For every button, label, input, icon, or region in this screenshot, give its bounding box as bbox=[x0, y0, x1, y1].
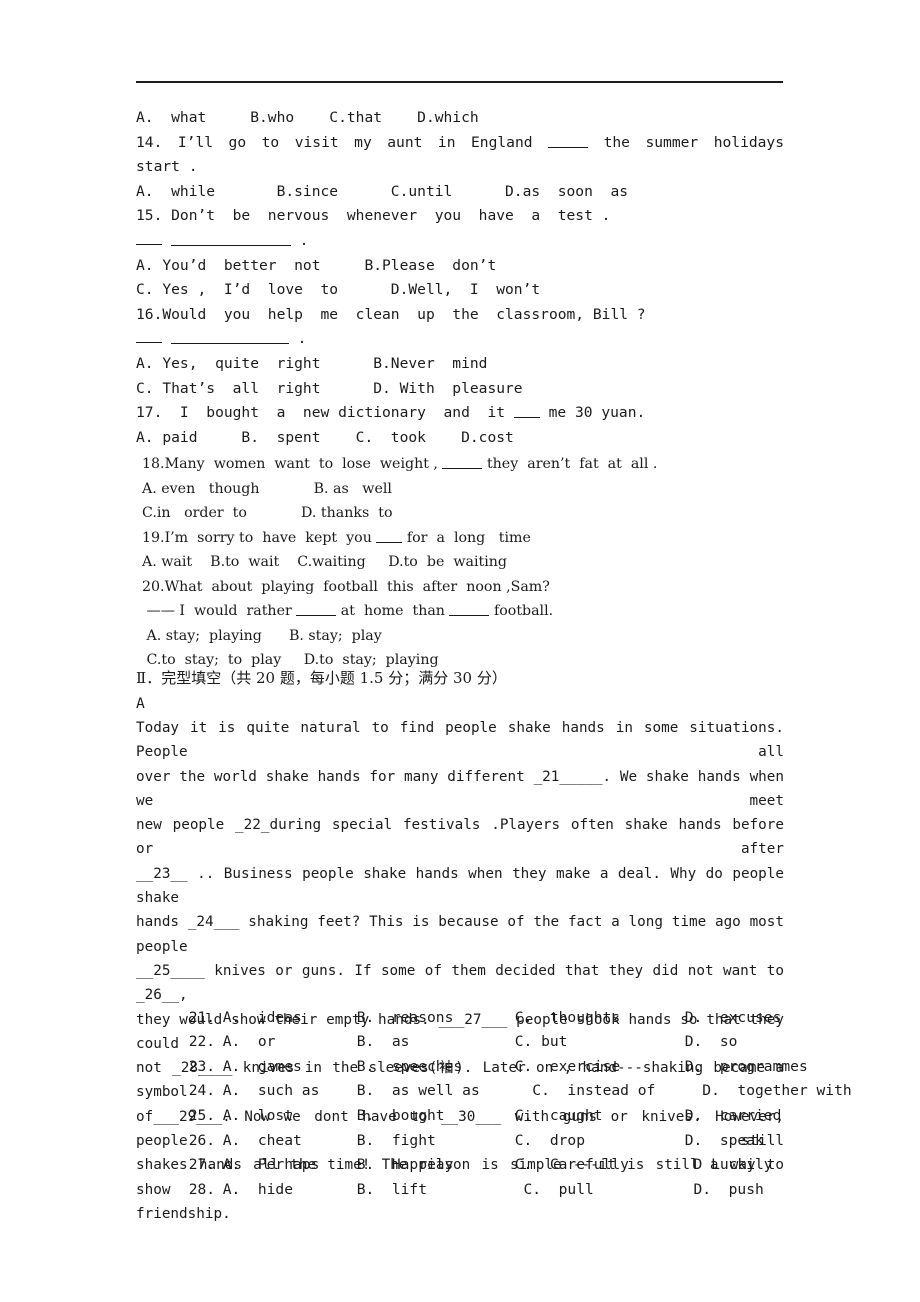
exam-paper-page: A. what B.who C.that D.which 14. I’ll go… bbox=[0, 0, 920, 1302]
q17-answer-blank[interactable] bbox=[513, 403, 540, 419]
cloze-option-row: 21. A. ideas B. reasons C. thoughts D. excus… bbox=[136, 981, 796, 1026]
option-c[interactable]: C. caught bbox=[515, 1104, 685, 1129]
q20-answer-line: —— I would rather at home than football. bbox=[142, 599, 790, 624]
q14-stem-text: 14. I’ll go to visit my aunt in England bbox=[136, 133, 533, 151]
option-d[interactable]: D. programmes bbox=[685, 1055, 845, 1080]
q17-stem-post: me 30 yuan. bbox=[548, 404, 646, 422]
option-b[interactable]: B. reasons bbox=[357, 1006, 515, 1031]
q15-options-line2: C. Yes , I’d love to D.Well, I won’t bbox=[136, 281, 541, 299]
option-d[interactable]: D. carried bbox=[685, 1104, 845, 1129]
q15-answer-line: . bbox=[136, 229, 784, 254]
q15-period: . bbox=[299, 231, 309, 249]
q15-stem: 15. Don’t be nervous whenever you have a… bbox=[136, 207, 611, 225]
option-d[interactable]: D. speak bbox=[685, 1129, 845, 1154]
cloze-passage-label: A bbox=[136, 695, 145, 712]
q17-stem-pre: 17. I bought a new dictionary and it bbox=[136, 404, 506, 422]
grammar-questions-block-serif: 18.Many women want to lose weight , they… bbox=[142, 452, 790, 673]
option-c[interactable]: C. pull bbox=[515, 1178, 685, 1203]
option-c[interactable]: C. instead of bbox=[515, 1079, 685, 1104]
option-a[interactable]: A. ideas bbox=[223, 1006, 357, 1031]
option-b[interactable]: B. as bbox=[357, 1030, 515, 1055]
q19-answer-blank[interactable] bbox=[376, 528, 403, 543]
q16-dash-mark bbox=[136, 334, 162, 344]
q18-stem-pre: 18.Many women want to lose weight , bbox=[142, 456, 438, 472]
q16-options-line2: C. That’s all right D. With pleasure bbox=[136, 379, 523, 397]
option-d[interactable]: D. so bbox=[685, 1030, 845, 1055]
q18-stem: 18.Many women want to lose weight , they… bbox=[142, 452, 790, 477]
option-a[interactable]: A. lost bbox=[223, 1104, 357, 1129]
option-number: 25. bbox=[188, 1106, 216, 1124]
option-b[interactable]: B. fight bbox=[357, 1129, 515, 1154]
header-divider-rule bbox=[136, 81, 783, 83]
option-number: 26. bbox=[188, 1131, 216, 1149]
option-number: 24. bbox=[188, 1082, 216, 1100]
q16-stem: 16.Would you help me clean up the classr… bbox=[136, 305, 646, 323]
option-b[interactable]: B. Happily bbox=[357, 1153, 515, 1178]
option-c[interactable]: C. exercise bbox=[515, 1055, 685, 1080]
q14-stem-line2: start . bbox=[136, 158, 198, 176]
option-a[interactable]: A. cheat bbox=[223, 1129, 357, 1154]
q13-options-line: A. what B.who C.that D.which bbox=[136, 109, 479, 126]
q18-answer-blank[interactable] bbox=[442, 455, 483, 469]
q18-stem-post: they aren’t fat at all . bbox=[486, 456, 658, 472]
q17-options-line: A. paid B. spent C. took D.cost bbox=[136, 428, 514, 446]
q20-answer-post: football. bbox=[493, 603, 554, 619]
option-a[interactable]: A. Perhaps bbox=[223, 1153, 357, 1178]
q20-options-line1: A. stay; playing B. stay; play bbox=[142, 627, 382, 644]
option-a[interactable]: A. such as bbox=[223, 1079, 357, 1104]
option-b[interactable]: B. speeches bbox=[357, 1055, 515, 1080]
option-d[interactable]: D Luckily bbox=[685, 1153, 845, 1178]
option-number: 21. bbox=[188, 1008, 216, 1026]
option-d[interactable]: D. excuses bbox=[685, 1006, 845, 1031]
q15-dash-mark bbox=[136, 236, 162, 245]
option-number: 22. bbox=[188, 1033, 216, 1051]
q20-stem: 20.What about playing football this afte… bbox=[142, 578, 550, 595]
option-b[interactable]: B. lift bbox=[357, 1178, 515, 1203]
option-d[interactable]: D. together with bbox=[685, 1079, 851, 1104]
option-c[interactable]: C. but bbox=[515, 1030, 685, 1055]
option-c[interactable]: C. thoughts bbox=[515, 1006, 685, 1031]
q16-period: . bbox=[297, 330, 307, 348]
q14-answer-blank[interactable] bbox=[548, 133, 589, 148]
q14-stem-tail: the summer holidays bbox=[603, 133, 784, 151]
option-c[interactable]: C. Carefully bbox=[515, 1153, 685, 1178]
q20-answer-pre: —— I would rather bbox=[146, 603, 292, 619]
q15-answer-blank[interactable] bbox=[170, 231, 291, 246]
passage-line: new people _22_during special festivals … bbox=[136, 817, 784, 858]
cloze-options-list: 21. A. ideas B. reasons C. thoughts D. excus… bbox=[136, 981, 852, 1198]
q20-answer-mid: at home than bbox=[340, 603, 445, 619]
q19-stem: 19.I’m sorry to have kept you for a long… bbox=[142, 526, 790, 551]
q18-options-line1: A. even though B. as well bbox=[142, 480, 392, 497]
option-number: 23. bbox=[188, 1057, 216, 1075]
q14-options-line: A. while B.since C.until D.as soon as bbox=[136, 182, 629, 200]
option-a[interactable]: A. or bbox=[223, 1030, 357, 1055]
option-b[interactable]: B. bought bbox=[357, 1104, 515, 1129]
q19-stem-pre: 19.I’m sorry to have kept you bbox=[142, 529, 372, 546]
option-number: 28. bbox=[188, 1180, 216, 1198]
option-number: 27. bbox=[188, 1156, 216, 1174]
q16-answer-line: . bbox=[136, 327, 784, 352]
passage-line: Today it is quite natural to find people… bbox=[136, 720, 784, 761]
passage-line: hands _24___ shaking feet? This is becau… bbox=[136, 914, 784, 955]
passage-line: friendship. bbox=[136, 1205, 231, 1222]
passage-line: __23__ .. Business people shake hands wh… bbox=[136, 865, 784, 907]
option-a[interactable]: A. games bbox=[223, 1055, 357, 1080]
option-c[interactable]: C. drop bbox=[515, 1129, 685, 1154]
option-d[interactable]: D. push bbox=[685, 1178, 845, 1203]
q20-answer-blank-1[interactable] bbox=[296, 602, 337, 616]
q15-options-line1: A. You’d better not B.Please don’t bbox=[136, 256, 497, 274]
q20-answer-blank-2[interactable] bbox=[449, 602, 490, 616]
q16-answer-blank[interactable] bbox=[170, 329, 289, 345]
q14-stem-line1: 14. I’ll go to visit my aunt in England … bbox=[136, 131, 784, 156]
option-a[interactable]: A. hide bbox=[223, 1178, 357, 1203]
q19-stem-post: for a long time bbox=[406, 529, 531, 546]
q19-options-line: A. wait B.to wait C.waiting D.to be wait… bbox=[142, 554, 507, 570]
passage-line: over the world shake hands for many diff… bbox=[136, 768, 784, 809]
q17-stem: 17. I bought a new dictionary and it me … bbox=[136, 401, 784, 426]
cloze-section-heading: Ⅱ．完型填空（共 20 题，每小题 1.5 分；满分 30 分） bbox=[136, 669, 507, 687]
option-b[interactable]: B. as well as bbox=[357, 1079, 515, 1104]
q16-options-line1: A. Yes, quite right B.Never mind bbox=[136, 354, 488, 372]
grammar-questions-block: A. what B.who C.that D.which 14. I’ll go… bbox=[136, 106, 784, 450]
q18-options-line2: C.in order to D. thanks to bbox=[142, 505, 393, 521]
